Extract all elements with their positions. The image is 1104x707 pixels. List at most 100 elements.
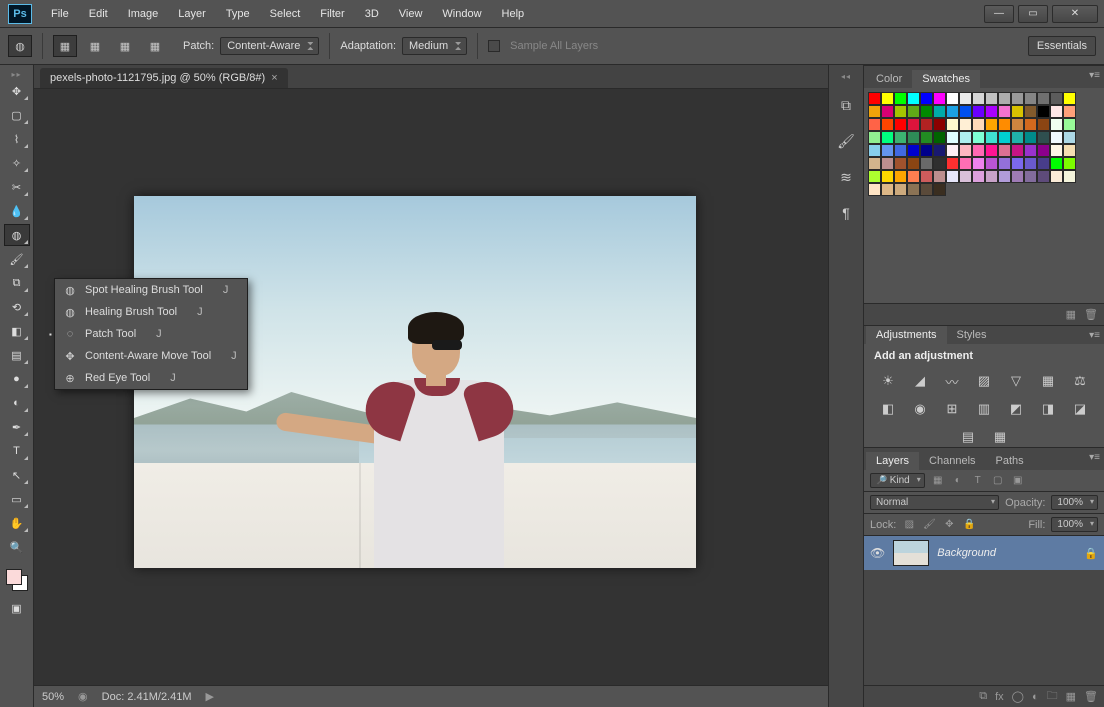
flyout-patch-tool[interactable]: ◌Patch ToolJ xyxy=(55,323,247,345)
swatch[interactable] xyxy=(998,144,1011,157)
eyedropper-tool[interactable]: 💧 xyxy=(4,200,30,222)
swatch[interactable] xyxy=(881,170,894,183)
swatch[interactable] xyxy=(998,170,1011,183)
menu-help[interactable]: Help xyxy=(493,4,534,24)
exposure-icon[interactable]: ▨ xyxy=(974,372,994,390)
swatch[interactable] xyxy=(1024,105,1037,118)
paragraph-panel-icon[interactable]: ¶ xyxy=(834,201,858,225)
swatch[interactable] xyxy=(907,105,920,118)
swatch[interactable] xyxy=(1063,170,1076,183)
swatch[interactable] xyxy=(998,118,1011,131)
swatch[interactable] xyxy=(894,131,907,144)
swatch[interactable] xyxy=(933,157,946,170)
menu-type[interactable]: Type xyxy=(217,4,259,24)
swatch[interactable] xyxy=(1063,118,1076,131)
swatch[interactable] xyxy=(933,105,946,118)
swatch[interactable] xyxy=(972,105,985,118)
delete-layer-icon[interactable]: 🗑 xyxy=(1084,690,1098,703)
swatch[interactable] xyxy=(933,183,946,196)
bw-icon[interactable]: ◧ xyxy=(878,400,898,418)
swatch[interactable] xyxy=(1050,105,1063,118)
swatch[interactable] xyxy=(868,105,881,118)
channel-mixer-icon[interactable]: ⊞ xyxy=(942,400,962,418)
swatch[interactable] xyxy=(868,92,881,105)
swatch[interactable] xyxy=(946,131,959,144)
swatch[interactable] xyxy=(894,157,907,170)
swatch[interactable] xyxy=(959,131,972,144)
layer-style-icon[interactable]: fx xyxy=(995,691,1004,703)
photo-filter-icon[interactable]: ◉ xyxy=(910,400,930,418)
menu-3d[interactable]: 3D xyxy=(356,4,388,24)
panel-menu-icon[interactable]: ▾≡ xyxy=(1089,330,1100,341)
swatch[interactable] xyxy=(972,92,985,105)
maximize-button[interactable]: ▭ xyxy=(1018,5,1048,23)
swatch[interactable] xyxy=(1011,105,1024,118)
quickmask-toggle[interactable]: ▣ xyxy=(4,597,30,619)
swatch[interactable] xyxy=(881,144,894,157)
swatch-grid[interactable] xyxy=(864,88,1104,200)
text-tool[interactable]: T xyxy=(4,440,30,462)
swatch[interactable] xyxy=(920,131,933,144)
swatch[interactable] xyxy=(1063,92,1076,105)
move-tool[interactable]: ✥ xyxy=(4,80,30,102)
swatch[interactable] xyxy=(985,144,998,157)
swatch[interactable] xyxy=(920,157,933,170)
swatch[interactable] xyxy=(998,105,1011,118)
workspace-switcher[interactable]: Essentials xyxy=(1028,36,1096,56)
swatch[interactable] xyxy=(972,144,985,157)
swatch[interactable] xyxy=(894,118,907,131)
current-tool-icon[interactable]: ◍ xyxy=(8,35,32,57)
gradient-map-icon[interactable]: ▤ xyxy=(958,428,978,446)
swatch[interactable] xyxy=(972,170,985,183)
swatch[interactable] xyxy=(920,170,933,183)
swatch[interactable] xyxy=(920,105,933,118)
minimize-button[interactable]: — xyxy=(984,5,1014,23)
dodge-tool[interactable]: ◐ xyxy=(4,392,30,414)
zoom-level[interactable]: 50% xyxy=(42,691,64,703)
filter-smart-icon[interactable]: ▣ xyxy=(1011,474,1025,488)
path-select-tool[interactable]: ↖ xyxy=(4,464,30,486)
swatch[interactable] xyxy=(1037,170,1050,183)
opacity-input[interactable]: 100% xyxy=(1051,495,1098,510)
swatch[interactable] xyxy=(920,118,933,131)
status-arrow-icon[interactable]: ▶ xyxy=(206,690,214,703)
swatch[interactable] xyxy=(1011,144,1024,157)
history-brush-tool[interactable]: ⟲ xyxy=(4,296,30,318)
menu-edit[interactable]: Edit xyxy=(80,4,117,24)
flyout-content-aware-move[interactable]: ✥Content-Aware Move ToolJ xyxy=(55,345,247,367)
menu-select[interactable]: Select xyxy=(261,4,310,24)
swatch[interactable] xyxy=(946,92,959,105)
swatch[interactable] xyxy=(1011,131,1024,144)
menu-file[interactable]: File xyxy=(42,4,78,24)
lasso-tool[interactable]: ⌇ xyxy=(4,128,30,150)
swatch[interactable] xyxy=(881,105,894,118)
eraser-tool[interactable]: ◧ xyxy=(4,320,30,342)
swatch[interactable] xyxy=(1011,92,1024,105)
foreground-color[interactable] xyxy=(6,569,22,585)
swatch[interactable] xyxy=(894,170,907,183)
patch-mode-select[interactable]: Content-Aware xyxy=(220,37,319,55)
sample-all-checkbox[interactable] xyxy=(488,40,500,52)
swatch[interactable] xyxy=(894,105,907,118)
document-close-icon[interactable]: × xyxy=(271,72,277,84)
swatch[interactable] xyxy=(946,157,959,170)
swatch[interactable] xyxy=(1050,157,1063,170)
swatch[interactable] xyxy=(1024,144,1037,157)
close-button[interactable]: ✕ xyxy=(1052,5,1098,23)
new-group-icon[interactable]: 🗀 xyxy=(1047,687,1058,706)
new-fill-layer-icon[interactable]: ◐ xyxy=(1032,691,1039,703)
swatch[interactable] xyxy=(881,92,894,105)
dock-collapse-handle[interactable]: ◂◂ xyxy=(829,71,863,81)
swatch[interactable] xyxy=(881,183,894,196)
swatch[interactable] xyxy=(1050,131,1063,144)
lock-transparent-icon[interactable]: ▨ xyxy=(902,518,916,532)
color-lookup-icon[interactable]: ▥ xyxy=(974,400,994,418)
color-balance-icon[interactable]: ⚖ xyxy=(1070,372,1090,390)
selection-intersect-icon[interactable]: ▦ xyxy=(143,35,167,57)
swatches-tab[interactable]: Swatches xyxy=(912,70,980,88)
swatch[interactable] xyxy=(998,92,1011,105)
swatch[interactable] xyxy=(868,170,881,183)
brush-presets-icon[interactable]: ≋ xyxy=(834,165,858,189)
swatch[interactable] xyxy=(1024,131,1037,144)
color-tab[interactable]: Color xyxy=(866,70,912,88)
